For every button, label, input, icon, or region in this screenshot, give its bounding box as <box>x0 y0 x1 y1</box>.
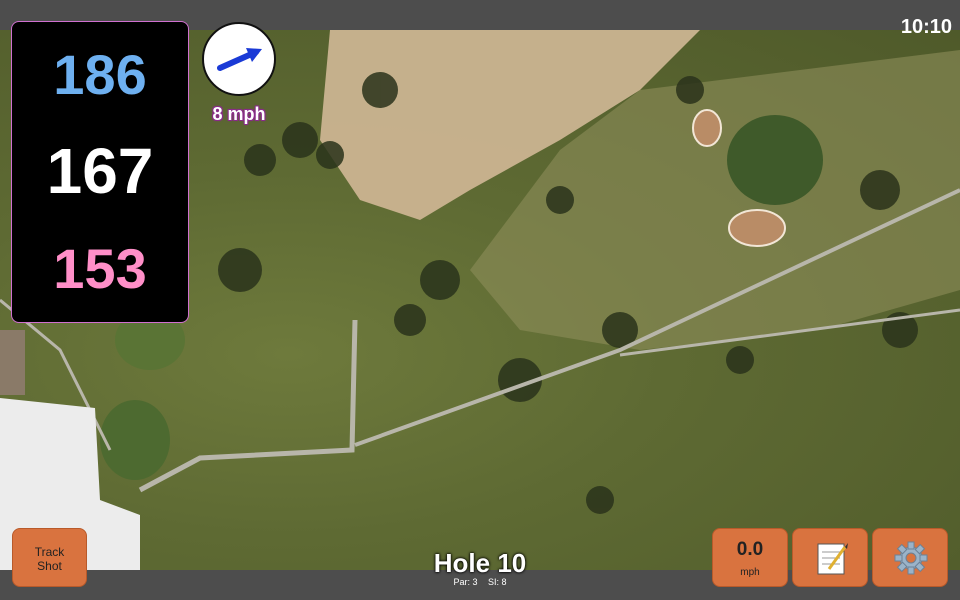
hole-si: SI: 8 <box>488 577 507 587</box>
gear-icon <box>894 541 928 575</box>
speed-unit: mph <box>740 567 760 578</box>
hole-meta: Par: 3 SI: 8 <box>380 577 580 587</box>
front-yardage: 153 <box>53 237 147 300</box>
track-shot-label-line2: Shot <box>37 559 62 573</box>
middle-yardage: 167 <box>46 135 154 207</box>
clock: 10:10 <box>900 16 952 38</box>
track-shot-button[interactable]: Track Shot <box>12 528 87 587</box>
back-yardage: 186 <box>53 43 147 106</box>
hole-title: Hole 10 <box>433 548 527 578</box>
wind-direction-dial <box>202 22 276 96</box>
speed-button[interactable]: 0.0 mph <box>712 528 788 587</box>
wind-speed-label: 8 mph <box>212 104 266 124</box>
hole-par: Par: 3 <box>453 577 478 587</box>
yardage-panel: 186 167 153 <box>11 21 189 323</box>
notepad-icon <box>817 543 848 575</box>
speed-value: 0.0 <box>736 539 764 560</box>
settings-button[interactable] <box>872 528 948 587</box>
track-shot-label-line1: Track <box>34 545 65 559</box>
notes-button[interactable] <box>792 528 868 587</box>
wind-arrow-icon <box>217 48 262 71</box>
